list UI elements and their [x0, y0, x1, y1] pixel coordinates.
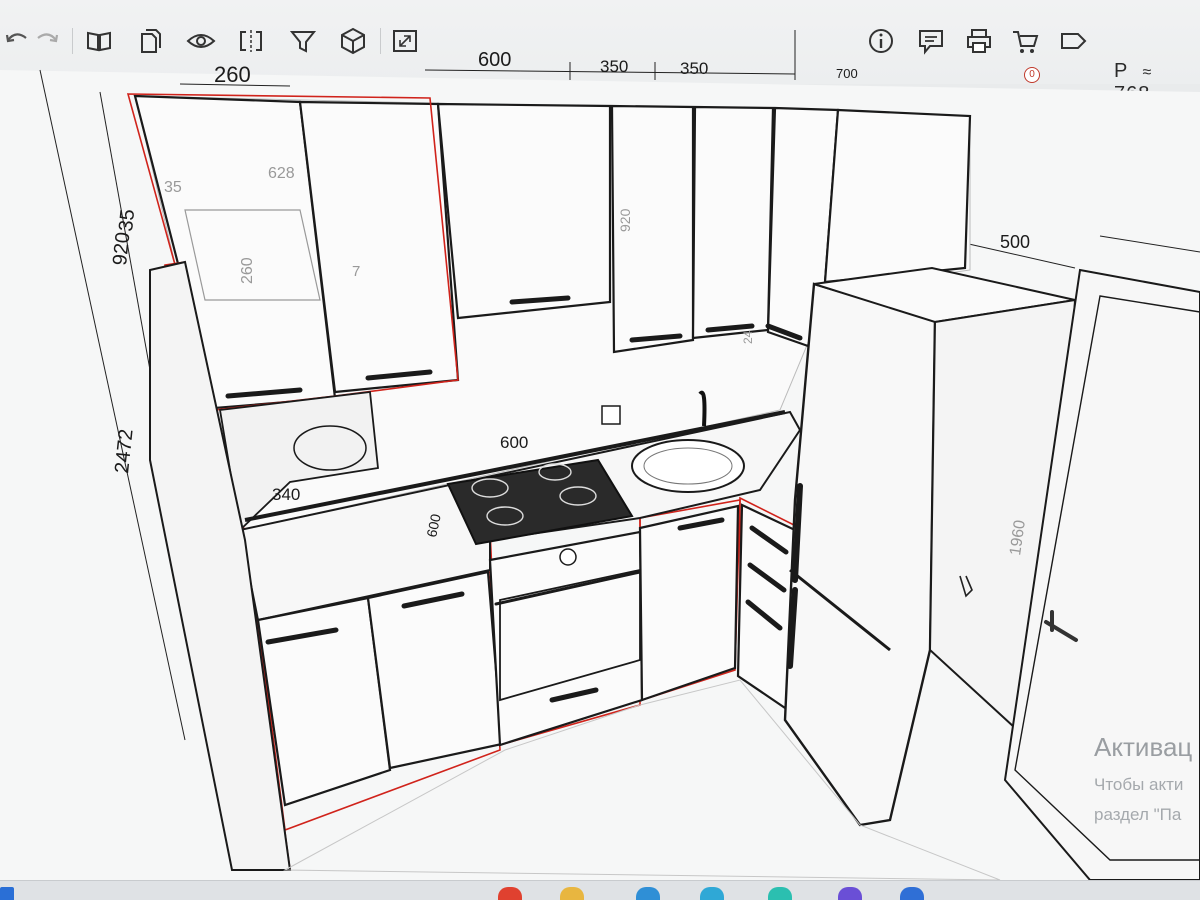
activation-watermark-text: Чтобы акти раздел "Па [1094, 770, 1183, 830]
activation-watermark-line2: раздел "Па [1094, 805, 1182, 824]
taskbar [0, 880, 1200, 900]
kitchen-drawing[interactable]: 260 600 350 350 700 920 35 2472 500 600 … [0, 0, 1200, 881]
app-icon[interactable] [900, 887, 924, 900]
dim-label-7: 7 [352, 263, 360, 280]
dim-left-340: 340 [272, 485, 300, 504]
browser-icon[interactable] [498, 887, 522, 900]
dim-window-260: 260 [239, 257, 256, 284]
activation-watermark-title: Активац [1094, 732, 1193, 762]
dim-upper-700: 700 [836, 66, 858, 81]
dim-total-height: 2472 [111, 428, 138, 475]
dim-label-628: 628 [268, 165, 295, 182]
activation-watermark-line1: Чтобы акти [1094, 775, 1184, 794]
kitchen-planner-window: 0 P ≈ 768 [0, 0, 1200, 900]
dim-label-35: 35 [164, 179, 182, 196]
app-icon[interactable] [768, 887, 792, 900]
dim-height-920: 920 [109, 231, 134, 266]
dim-upper-350-a: 350 [600, 57, 628, 76]
oven-knob[interactable] [559, 548, 577, 566]
dim-fridge-depth: 500 [1000, 232, 1030, 252]
start-icon[interactable] [0, 887, 14, 900]
dim-label-24: 24 [741, 330, 755, 344]
dim-upper-350-b: 350 [680, 59, 708, 78]
dim-cab-920: 920 [617, 208, 633, 232]
app-icon[interactable] [636, 887, 660, 900]
dim-hob-width: 600 [500, 433, 528, 452]
dim-upper-left-width: 260 [214, 62, 251, 87]
dim-upper-600: 600 [478, 49, 511, 71]
wall-socket [601, 405, 621, 425]
drawing-canvas[interactable]: 260 600 350 350 700 920 35 2472 500 600 … [0, 0, 1200, 881]
folder-icon[interactable] [560, 887, 584, 900]
dim-height-35: 35 [115, 208, 139, 232]
app-icon[interactable] [700, 887, 724, 900]
app-icon[interactable] [838, 887, 862, 900]
